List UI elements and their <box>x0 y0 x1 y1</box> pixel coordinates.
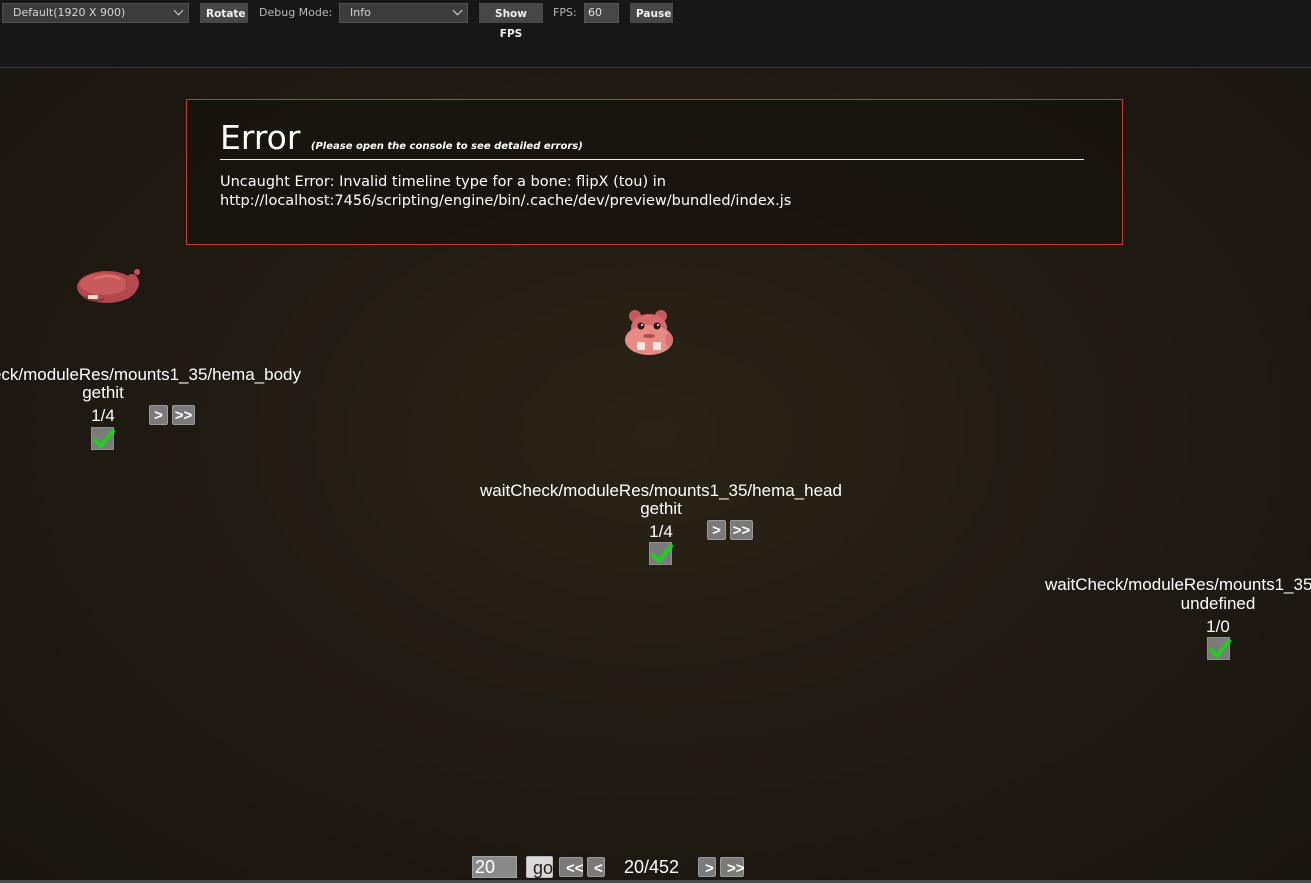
debug-mode-label: Debug Mode: <box>259 6 333 19</box>
item-path-label: waitCheck/moduleRes/mounts1_35 <box>1045 575 1311 594</box>
resolution-select[interactable]: Default(1920 X 900) <box>2 3 189 23</box>
item-last-button[interactable]: >> <box>730 520 753 540</box>
debug-mode-select[interactable]: Info <box>339 3 468 23</box>
next-page-button[interactable]: > <box>698 857 716 877</box>
chevron-down-icon <box>173 5 184 16</box>
item-animation-label: gethit <box>82 383 124 402</box>
item-next-button[interactable]: > <box>707 520 726 540</box>
show-fps-button[interactable]: Show FPS <box>479 3 543 40</box>
checkmark-icon <box>651 544 673 563</box>
item-checkbox[interactable] <box>91 427 115 450</box>
prev-page-button[interactable]: < <box>587 857 605 877</box>
go-button[interactable]: go <box>526 856 553 878</box>
hippo-head-icon <box>625 310 673 355</box>
item-path-label: waitCheck/moduleRes/mounts1_35/hema_head <box>480 481 842 500</box>
preview-toolbar: Default(1920 X 900) Rotate Debug Mode: I… <box>0 0 1311 68</box>
error-panel: Error (Please open the console to see de… <box>186 99 1123 245</box>
page-position: 20/452 <box>624 857 680 877</box>
fps-label: FPS: <box>553 6 577 19</box>
item-animation-label: gethit <box>640 499 682 518</box>
rotate-button[interactable]: Rotate <box>200 3 248 23</box>
item-checkbox[interactable] <box>649 542 673 565</box>
item-next-button[interactable]: > <box>149 405 168 425</box>
game-canvas[interactable]: Error (Please open the console to see de… <box>0 68 1311 880</box>
item-counter-label: 1/0 <box>1206 617 1230 636</box>
item-counter-label: 1/4 <box>649 522 673 541</box>
last-page-button[interactable]: >> <box>720 857 745 877</box>
error-title: Error <box>220 118 301 157</box>
error-message: Uncaught Error: Invalid timeline type fo… <box>220 174 792 209</box>
error-header: Error (Please open the console to see de… <box>220 118 1084 160</box>
item-counter-label: 1/4 <box>91 406 115 425</box>
fps-input[interactable]: 60 <box>584 3 619 23</box>
item-path-label: waitCheck/moduleRes/mounts1_35/hema_body <box>0 365 301 384</box>
first-page-button[interactable]: << <box>559 857 584 877</box>
checkmark-icon <box>93 429 115 448</box>
pause-button[interactable]: Pause <box>630 3 673 23</box>
resolution-select-value: Default(1920 X 900) <box>13 6 126 19</box>
debug-mode-select-value: Info <box>350 6 371 19</box>
item-checkbox[interactable] <box>1207 637 1231 660</box>
checkmark-icon <box>1209 639 1231 658</box>
item-last-button[interactable]: >> <box>172 405 195 425</box>
page-number-input[interactable]: 20 <box>472 856 517 878</box>
hippo-body-icon <box>77 269 140 303</box>
error-hint: (Please open the console to see detailed… <box>310 141 583 152</box>
chevron-down-icon <box>452 5 463 16</box>
item-animation-label: undefined <box>1180 594 1256 613</box>
